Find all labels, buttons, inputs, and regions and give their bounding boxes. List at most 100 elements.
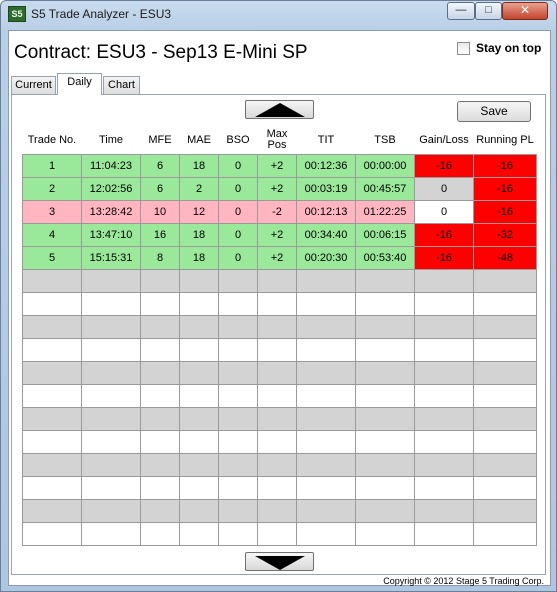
- empty-cell[interactable]: [179, 383, 219, 408]
- scroll-up-button[interactable]: [245, 100, 314, 119]
- empty-cell[interactable]: [179, 452, 219, 477]
- cell-max-pos[interactable]: +2: [257, 245, 297, 270]
- empty-table-row[interactable]: [22, 314, 537, 339]
- cell-time[interactable]: 13:47:10: [81, 222, 141, 247]
- empty-cell[interactable]: [81, 291, 141, 316]
- empty-cell[interactable]: [296, 383, 356, 408]
- empty-cell[interactable]: [81, 498, 141, 523]
- empty-cell[interactable]: [140, 475, 180, 500]
- empty-cell[interactable]: [414, 383, 474, 408]
- cell-tit[interactable]: 00:03:19: [296, 176, 356, 201]
- empty-cell[interactable]: [257, 475, 297, 500]
- cell-bso[interactable]: 0: [218, 199, 258, 224]
- empty-cell[interactable]: [473, 521, 537, 546]
- empty-cell[interactable]: [355, 291, 415, 316]
- empty-cell[interactable]: [355, 337, 415, 362]
- empty-cell[interactable]: [81, 406, 141, 431]
- maximize-button[interactable]: □: [475, 2, 502, 20]
- empty-cell[interactable]: [473, 314, 537, 339]
- save-button[interactable]: Save: [457, 101, 531, 122]
- empty-cell[interactable]: [473, 452, 537, 477]
- empty-cell[interactable]: [414, 314, 474, 339]
- header-running-pl[interactable]: Running PL: [474, 127, 537, 154]
- empty-cell[interactable]: [179, 429, 219, 454]
- header-bso[interactable]: BSO: [219, 127, 258, 154]
- empty-cell[interactable]: [179, 268, 219, 293]
- cell-mae[interactable]: 18: [179, 222, 219, 247]
- empty-table-row[interactable]: [22, 360, 537, 385]
- close-button[interactable]: ✕: [502, 2, 548, 20]
- cell-running-pl[interactable]: -48: [473, 245, 537, 270]
- empty-cell[interactable]: [179, 498, 219, 523]
- cell-mae[interactable]: 18: [179, 153, 219, 178]
- empty-cell[interactable]: [218, 521, 258, 546]
- empty-cell[interactable]: [414, 429, 474, 454]
- empty-cell[interactable]: [355, 314, 415, 339]
- empty-cell[interactable]: [296, 521, 356, 546]
- empty-cell[interactable]: [473, 383, 537, 408]
- empty-cell[interactable]: [355, 452, 415, 477]
- empty-cell[interactable]: [257, 383, 297, 408]
- stay-on-top-checkbox[interactable]: [457, 42, 470, 55]
- cell-mfe[interactable]: 6: [140, 176, 180, 201]
- empty-cell[interactable]: [140, 291, 180, 316]
- empty-cell[interactable]: [257, 360, 297, 385]
- empty-cell[interactable]: [414, 337, 474, 362]
- cell-running-pl[interactable]: -32: [473, 222, 537, 247]
- empty-cell[interactable]: [81, 429, 141, 454]
- cell-time[interactable]: 13:28:42: [81, 199, 141, 224]
- empty-cell[interactable]: [140, 521, 180, 546]
- cell-trade-no[interactable]: 4: [22, 222, 82, 247]
- empty-cell[interactable]: [179, 360, 219, 385]
- header-mfe[interactable]: MFE: [141, 127, 180, 154]
- empty-cell[interactable]: [473, 498, 537, 523]
- tab-daily[interactable]: Daily: [57, 73, 102, 95]
- empty-cell[interactable]: [296, 360, 356, 385]
- empty-table-row[interactable]: [22, 337, 537, 362]
- empty-cell[interactable]: [355, 360, 415, 385]
- empty-cell[interactable]: [414, 452, 474, 477]
- empty-cell[interactable]: [22, 314, 82, 339]
- cell-mae[interactable]: 2: [179, 176, 219, 201]
- cell-tsb[interactable]: 00:53:40: [355, 245, 415, 270]
- empty-cell[interactable]: [355, 429, 415, 454]
- empty-cell[interactable]: [22, 521, 82, 546]
- cell-bso[interactable]: 0: [218, 153, 258, 178]
- empty-cell[interactable]: [140, 498, 180, 523]
- cell-mfe[interactable]: 16: [140, 222, 180, 247]
- cell-tit[interactable]: 00:12:13: [296, 199, 356, 224]
- empty-cell[interactable]: [179, 314, 219, 339]
- cell-tsb[interactable]: 00:06:15: [355, 222, 415, 247]
- empty-cell[interactable]: [218, 291, 258, 316]
- empty-cell[interactable]: [257, 314, 297, 339]
- cell-trade-no[interactable]: 2: [22, 176, 82, 201]
- empty-cell[interactable]: [22, 268, 82, 293]
- empty-cell[interactable]: [296, 337, 356, 362]
- empty-cell[interactable]: [140, 406, 180, 431]
- scroll-down-button[interactable]: [245, 552, 314, 571]
- empty-cell[interactable]: [355, 475, 415, 500]
- empty-cell[interactable]: [81, 452, 141, 477]
- cell-time[interactable]: 15:15:31: [81, 245, 141, 270]
- empty-cell[interactable]: [257, 429, 297, 454]
- empty-cell[interactable]: [22, 291, 82, 316]
- cell-tit[interactable]: 00:20:30: [296, 245, 356, 270]
- empty-cell[interactable]: [218, 475, 258, 500]
- cell-time[interactable]: 11:04:23: [81, 153, 141, 178]
- empty-table-row[interactable]: [22, 498, 537, 523]
- cell-tit[interactable]: 00:34:40: [296, 222, 356, 247]
- empty-cell[interactable]: [81, 475, 141, 500]
- empty-cell[interactable]: [296, 406, 356, 431]
- empty-table-row[interactable]: [22, 383, 537, 408]
- empty-cell[interactable]: [81, 383, 141, 408]
- empty-cell[interactable]: [218, 314, 258, 339]
- empty-cell[interactable]: [179, 521, 219, 546]
- empty-cell[interactable]: [257, 521, 297, 546]
- empty-cell[interactable]: [140, 314, 180, 339]
- empty-cell[interactable]: [22, 337, 82, 362]
- cell-trade-no[interactable]: 1: [22, 153, 82, 178]
- empty-cell[interactable]: [257, 406, 297, 431]
- empty-cell[interactable]: [218, 429, 258, 454]
- table-row[interactable]: 4 13:47:10 16 18 0 +2 00:34:40 00:06:15 -16 -32: [22, 222, 537, 247]
- cell-mfe[interactable]: 8: [140, 245, 180, 270]
